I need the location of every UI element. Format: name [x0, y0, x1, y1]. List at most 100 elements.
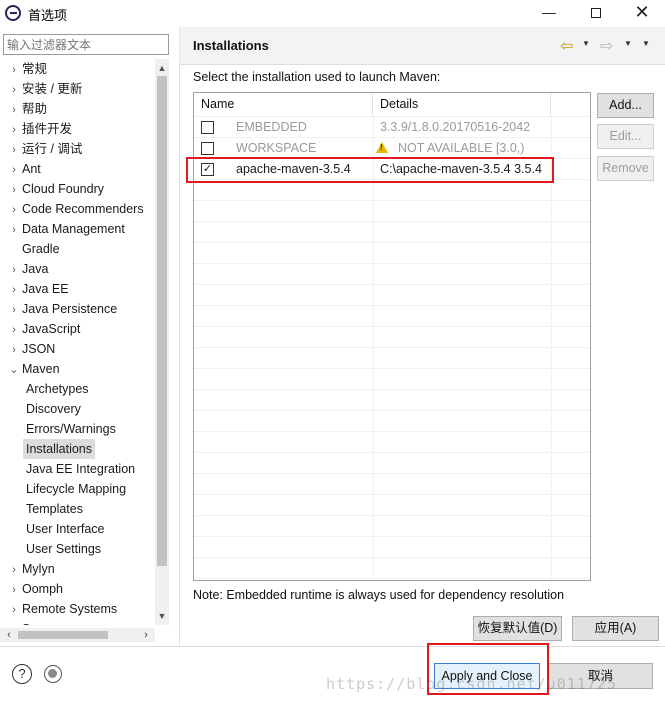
- tree-item-code-recommenders[interactable]: › Code Recommenders: [6, 199, 144, 220]
- installation-row[interactable]: EMBEDDED 3.3.9/1.8.0.20170516-2042: [194, 116, 590, 137]
- tree-item-label: 运行 / 调试: [22, 142, 83, 156]
- scroll-down-icon[interactable]: ▼: [155, 609, 169, 623]
- collapsed-chevron-icon[interactable]: ›: [6, 140, 22, 160]
- tree-item-label: Archetypes: [26, 382, 89, 396]
- tree-item-java[interactable]: › Java: [6, 259, 48, 279]
- installation-checkbox[interactable]: [201, 121, 214, 134]
- tree-item-archetypes[interactable]: Archetypes: [26, 379, 89, 399]
- tree-item-maven[interactable]: ⌄ Maven: [6, 359, 59, 380]
- collapsed-chevron-icon[interactable]: ›: [6, 300, 22, 320]
- scrollbar-thumb-horizontal[interactable]: [18, 631, 108, 639]
- table-grid-line: [194, 284, 590, 285]
- tree-item-templates[interactable]: Templates: [26, 499, 83, 519]
- remove-button[interactable]: Remove: [597, 156, 654, 181]
- tree-item-json[interactable]: › JSON: [6, 339, 55, 359]
- edit-button[interactable]: Edit...: [597, 124, 654, 149]
- tree-item-java-persistence[interactable]: › Java Persistence: [6, 299, 117, 319]
- tree-item-server[interactable]: ›Server: [6, 619, 59, 625]
- tree-item-discovery[interactable]: Discovery: [26, 399, 81, 419]
- tree-item-label: Code Recommenders: [22, 202, 144, 216]
- tree-item-lifecycle-mapping[interactable]: Lifecycle Mapping: [26, 479, 126, 499]
- tree-item-oomph[interactable]: › Oomph: [6, 579, 63, 599]
- tree-item-user-settings[interactable]: User Settings: [26, 539, 101, 559]
- collapsed-chevron-icon[interactable]: ›: [6, 60, 22, 80]
- tree-item-label: Lifecycle Mapping: [26, 482, 127, 496]
- maximize-button[interactable]: [573, 0, 619, 26]
- pane-divider: [179, 27, 180, 646]
- collapsed-chevron-icon[interactable]: ›: [6, 320, 22, 340]
- tree-item-errors-warnings[interactable]: Errors/Warnings: [26, 419, 116, 439]
- tree-item-[interactable]: › 帮助: [6, 99, 47, 119]
- import-export-icon[interactable]: [44, 665, 62, 683]
- collapsed-chevron-icon[interactable]: ›: [6, 200, 22, 220]
- scroll-right-icon[interactable]: ›: [139, 628, 153, 642]
- help-icon[interactable]: ?: [12, 664, 32, 684]
- view-menu-icon[interactable]: ▼: [642, 39, 650, 48]
- tree-item-java-ee[interactable]: › Java EE: [6, 279, 68, 300]
- tree-item-label: 插件开发: [22, 122, 73, 136]
- tree-item-label: Oomph: [22, 582, 63, 596]
- table-grid-line: [194, 431, 590, 432]
- close-button[interactable]: ✕: [619, 0, 665, 26]
- maximize-icon: [591, 8, 601, 18]
- tree-item-[interactable]: › 常规: [6, 59, 47, 79]
- column-header-details[interactable]: Details: [373, 93, 551, 115]
- collapsed-chevron-icon[interactable]: ›: [6, 100, 22, 120]
- window-title: 首选项: [28, 8, 68, 23]
- collapsed-chevron-icon[interactable]: ›: [6, 80, 22, 100]
- collapsed-chevron-icon[interactable]: ›: [6, 220, 22, 240]
- back-dropdown-icon[interactable]: ▼: [582, 39, 590, 48]
- table-grid-line: [194, 557, 590, 558]
- tree-item-installations[interactable]: Installations: [23, 439, 96, 459]
- collapsed-chevron-icon[interactable]: ›: [6, 560, 22, 580]
- add-button[interactable]: Add...: [597, 93, 654, 118]
- expanded-chevron-icon[interactable]: ⌄: [6, 360, 22, 380]
- collapsed-chevron-icon[interactable]: ›: [6, 160, 22, 180]
- table-grid-line: [194, 452, 590, 453]
- tree-item-remote-systems[interactable]: › Remote Systems: [6, 599, 117, 619]
- tree-item-mylyn[interactable]: › Mylyn: [6, 559, 55, 579]
- tree-item-[interactable]: › 运行 / 调试: [6, 139, 82, 159]
- tree-item-user-interface[interactable]: User Interface: [26, 519, 105, 539]
- back-arrow-icon[interactable]: ⇦: [560, 36, 573, 56]
- tree-item-javascript[interactable]: › JavaScript: [6, 319, 80, 339]
- filter-input[interactable]: [3, 34, 169, 55]
- tree-item-gradle[interactable]: Gradle: [6, 239, 60, 259]
- table-column-line: [373, 115, 374, 580]
- collapsed-chevron-icon[interactable]: ›: [6, 340, 22, 360]
- collapsed-chevron-icon[interactable]: ›: [6, 180, 22, 200]
- table-grid-line: [194, 578, 590, 579]
- page-header: Installations ⇦ ▼ ⇨ ▼ ▼: [180, 27, 665, 65]
- apply-button[interactable]: 应用(A): [572, 616, 659, 641]
- tree-item-label: User Interface: [26, 522, 105, 536]
- column-header-name[interactable]: Name: [194, 93, 373, 115]
- tree-item-java-ee-integration[interactable]: Java EE Integration: [26, 459, 135, 479]
- scrollbar-thumb[interactable]: [157, 76, 167, 566]
- tree-item-cloud-foundry[interactable]: › Cloud Foundry: [6, 179, 104, 199]
- installation-checkbox[interactable]: [201, 142, 214, 155]
- collapsed-chevron-icon[interactable]: ›: [6, 120, 22, 140]
- restore-defaults-button[interactable]: 恢复默认值(D): [473, 616, 562, 641]
- tree-vertical-scrollbar[interactable]: ▲ ▼: [155, 59, 169, 625]
- collapsed-chevron-icon[interactable]: ›: [6, 260, 22, 280]
- collapsed-chevron-icon[interactable]: ›: [6, 580, 22, 600]
- tree-item-data-management[interactable]: › Data Management: [6, 219, 125, 239]
- installation-row[interactable]: WORKSPACE NOT AVAILABLE [3.0,): [194, 137, 590, 158]
- collapsed-chevron-icon[interactable]: ›: [6, 600, 22, 620]
- tree-item-label: Errors/Warnings: [26, 422, 116, 436]
- tree-item-[interactable]: › 安装 / 更新: [6, 79, 82, 99]
- forward-dropdown-icon[interactable]: ▼: [624, 39, 632, 48]
- tree-item-label: 安装 / 更新: [22, 82, 83, 96]
- tree-horizontal-scrollbar[interactable]: ‹ ›: [0, 628, 155, 642]
- tree-item-label: Discovery: [26, 402, 81, 416]
- table-grid-line: [194, 410, 590, 411]
- collapsed-chevron-icon[interactable]: ›: [6, 620, 22, 625]
- tree-item-label: Templates: [26, 502, 83, 516]
- tree-item-ant[interactable]: › Ant: [6, 159, 41, 179]
- minimize-button[interactable]: —: [526, 0, 572, 26]
- collapsed-chevron-icon[interactable]: ›: [6, 280, 22, 300]
- scroll-up-icon[interactable]: ▲: [155, 61, 169, 75]
- tree-item-[interactable]: › 插件开发: [6, 119, 72, 139]
- page-title: Installations: [193, 38, 269, 53]
- scroll-left-icon[interactable]: ‹: [2, 628, 16, 642]
